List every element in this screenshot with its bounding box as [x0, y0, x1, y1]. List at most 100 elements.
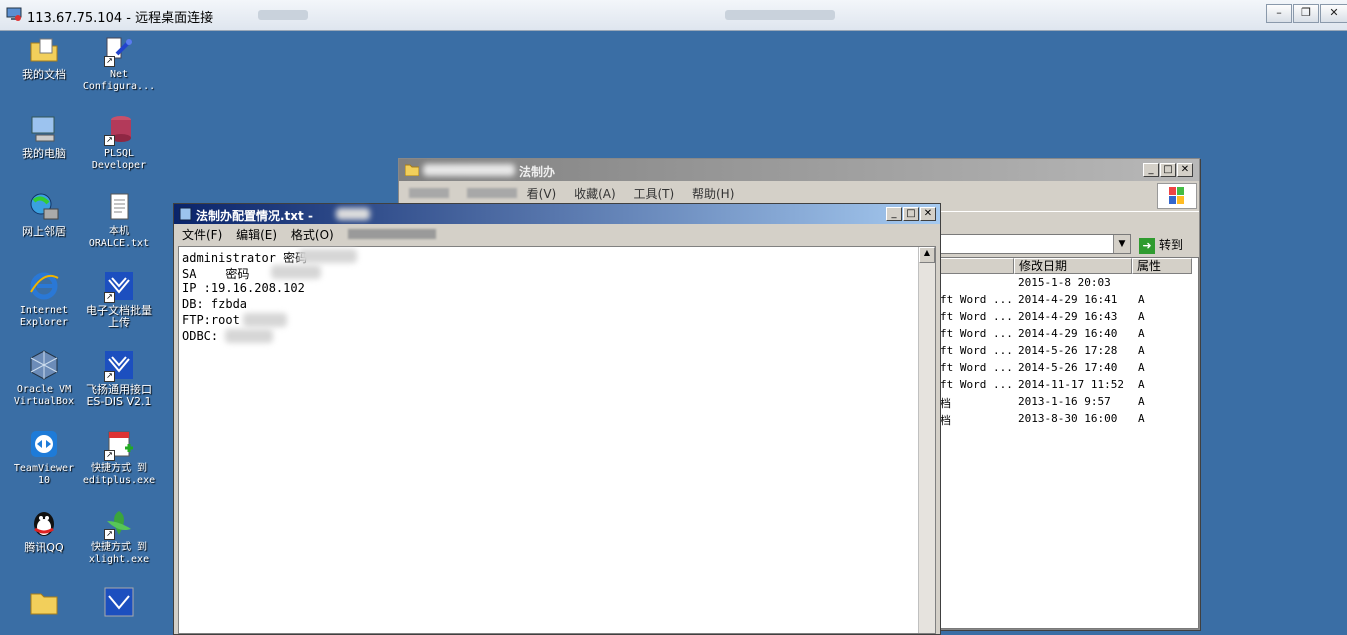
- file-attr: A: [1138, 412, 1145, 425]
- text-line: ODBC:: [182, 329, 219, 343]
- column-header-modified[interactable]: 修改日期: [1014, 258, 1132, 274]
- desktop-icon-ie[interactable]: Internet Explorer: [5, 270, 83, 329]
- blurred-title-suffix: [336, 208, 370, 220]
- address-input[interactable]: ▼: [939, 234, 1131, 254]
- desktop-icon-plsql[interactable]: ↗ PLSQL Developer: [80, 113, 158, 172]
- redacted-password: [271, 265, 321, 279]
- file-type: ft Word ...: [940, 327, 1013, 340]
- file-list[interactable]: 修改日期 属性 2015-1-8 20:03 ft Word ... 2014-4-…: [939, 257, 1199, 629]
- windows-logo-icon: [1157, 183, 1197, 209]
- menu-file[interactable]: 文件(F): [182, 228, 222, 242]
- file-type: 档: [940, 414, 951, 427]
- desktop-icon-xlight[interactable]: ↗ 快捷方式 到 xlight.exe: [80, 507, 158, 566]
- menu-tools[interactable]: 工具(T): [633, 187, 674, 201]
- notepad-menu-bar: 文件(F) 编辑(E) 格式(O): [182, 226, 446, 244]
- explorer-title: 法制办: [519, 165, 556, 179]
- file-attr: A: [1138, 293, 1145, 306]
- desktop-icon-oracle-txt[interactable]: 本机 ORALCE.txt: [80, 191, 158, 250]
- file-date: 2014-4-29 16:41: [1018, 293, 1118, 306]
- file-attr: A: [1138, 327, 1145, 340]
- desktop-icon-my-documents[interactable]: 我的文档: [5, 34, 83, 81]
- blurred-menu-item[interactable]: [409, 188, 449, 198]
- blurred-menu-item[interactable]: [466, 188, 517, 198]
- rdp-title-bar[interactable]: 113.67.75.104 - 远程桌面连接 – ❐ ✕: [0, 0, 1347, 31]
- file-attr: A: [1138, 344, 1145, 357]
- close-button[interactable]: ✕: [1320, 4, 1347, 23]
- arrow-right-icon: ➜: [1139, 238, 1155, 254]
- shortcut-arrow-icon: ↗: [104, 56, 115, 67]
- desktop-icon-net-config[interactable]: ↗ Net Configura...: [80, 34, 158, 93]
- goto-button[interactable]: ➜ 转到: [1139, 236, 1183, 254]
- file-date: 2014-4-29 16:43: [1018, 310, 1118, 323]
- file-date: 2013-8-30 16:00: [1018, 412, 1118, 425]
- remote-desktop-icon: [6, 7, 22, 21]
- file-attr: A: [1138, 361, 1145, 374]
- explorer-menu-bar: 看(V) 收藏(A) 工具(T) 帮助(H): [409, 185, 748, 205]
- file-type: ft Word ...: [940, 344, 1013, 357]
- close-button[interactable]: ✕: [1177, 163, 1193, 177]
- shortcut-arrow-icon: ↗: [104, 292, 115, 303]
- desktop-icon-virtualbox[interactable]: Oracle VM VirtualBox: [5, 349, 83, 408]
- menu-favorites[interactable]: 收藏(A): [574, 187, 616, 201]
- notepad-title: 法制办配置情况.txt -: [196, 209, 313, 223]
- minimize-button[interactable]: _: [1143, 163, 1159, 177]
- desktop-icon-folder-partial[interactable]: [5, 586, 83, 621]
- notepad-icon: [179, 207, 192, 221]
- text-line: administrator 密码: [182, 251, 308, 265]
- desktop-icon-network[interactable]: 网上邻居: [5, 191, 83, 238]
- shortcut-arrow-icon: ↗: [104, 371, 115, 382]
- rdp-window-title: 113.67.75.104 - 远程桌面连接: [27, 11, 214, 26]
- explorer-title-bar[interactable]: 法制办 _ □ ✕: [399, 159, 1199, 181]
- desktop-icon-interface-app[interactable]: ↗ 飞扬通用接口 ES-DIS V2.1: [80, 349, 158, 408]
- minimize-button[interactable]: _: [886, 207, 902, 221]
- folder-icon: [30, 593, 58, 615]
- app-icon: [104, 587, 134, 617]
- file-date: 2013-1-16 9:57: [1018, 395, 1111, 408]
- file-date: 2014-4-29 16:40: [1018, 327, 1118, 340]
- desktop-icon-my-computer[interactable]: 我的电脑: [5, 113, 83, 160]
- folder-icon: [405, 164, 419, 176]
- file-date: 2014-11-17 11:52: [1018, 378, 1124, 391]
- shortcut-arrow-icon: ↗: [104, 529, 115, 540]
- file-type: 档: [940, 397, 951, 410]
- scroll-up-button[interactable]: ▲: [919, 247, 935, 263]
- file-attr: A: [1138, 310, 1145, 323]
- desktop-icon-editplus[interactable]: ↗ 快捷方式 到 editplus.exe: [80, 428, 158, 487]
- vertical-scrollbar[interactable]: ▲: [918, 247, 935, 633]
- redacted-password: [243, 313, 287, 327]
- maximize-button[interactable]: □: [1160, 163, 1176, 177]
- chevron-down-icon[interactable]: ▼: [1113, 235, 1130, 253]
- teamviewer-icon: [31, 431, 57, 457]
- file-type: ft Word ...: [940, 293, 1013, 306]
- qq-icon: [34, 512, 54, 536]
- notepad-title-bar[interactable]: 法制办配置情况.txt - _ □ ✕: [174, 204, 940, 224]
- restore-button[interactable]: ❐: [1293, 4, 1319, 23]
- file-attr: A: [1138, 378, 1145, 391]
- text-line: IP :19.16.208.102: [182, 281, 305, 295]
- file-date: 2015-1-8 20:03: [1018, 276, 1111, 289]
- ie-icon: [30, 272, 59, 300]
- file-date: 2014-5-26 17:40: [1018, 361, 1118, 374]
- shortcut-arrow-icon: ↗: [104, 135, 115, 146]
- desktop-icon-teamviewer[interactable]: TeamViewer 10: [5, 428, 83, 487]
- file-attr: A: [1138, 395, 1145, 408]
- close-button[interactable]: ✕: [920, 207, 936, 221]
- menu-help[interactable]: 帮助(H): [692, 187, 734, 201]
- desktop-icon-upload-app[interactable]: ↗ 电子文档批量 上传: [80, 270, 158, 329]
- network-icon: [30, 193, 59, 220]
- text-file-icon: [110, 193, 129, 220]
- column-header-attr[interactable]: 属性: [1132, 258, 1192, 274]
- column-header-type[interactable]: [940, 258, 1014, 274]
- notepad-window[interactable]: 法制办配置情况.txt - _ □ ✕ 文件(F) 编辑(E) 格式(O) ad…: [173, 203, 941, 635]
- shortcut-arrow-icon: ↗: [104, 450, 115, 461]
- computer-icon: [31, 116, 55, 142]
- menu-view[interactable]: 看(V): [527, 187, 557, 201]
- text-editor[interactable]: administrator 密码 SA 密码 IP :19.16.208.102…: [178, 246, 936, 634]
- menu-format[interactable]: 格式(O): [291, 228, 334, 242]
- maximize-button[interactable]: □: [903, 207, 919, 221]
- blurred-menu-item[interactable]: [347, 229, 436, 239]
- menu-edit[interactable]: 编辑(E): [236, 228, 277, 242]
- minimize-button[interactable]: –: [1266, 4, 1292, 23]
- desktop-icon-qq[interactable]: 腾讯QQ: [5, 507, 83, 554]
- desktop-icon-app-partial[interactable]: [80, 586, 158, 621]
